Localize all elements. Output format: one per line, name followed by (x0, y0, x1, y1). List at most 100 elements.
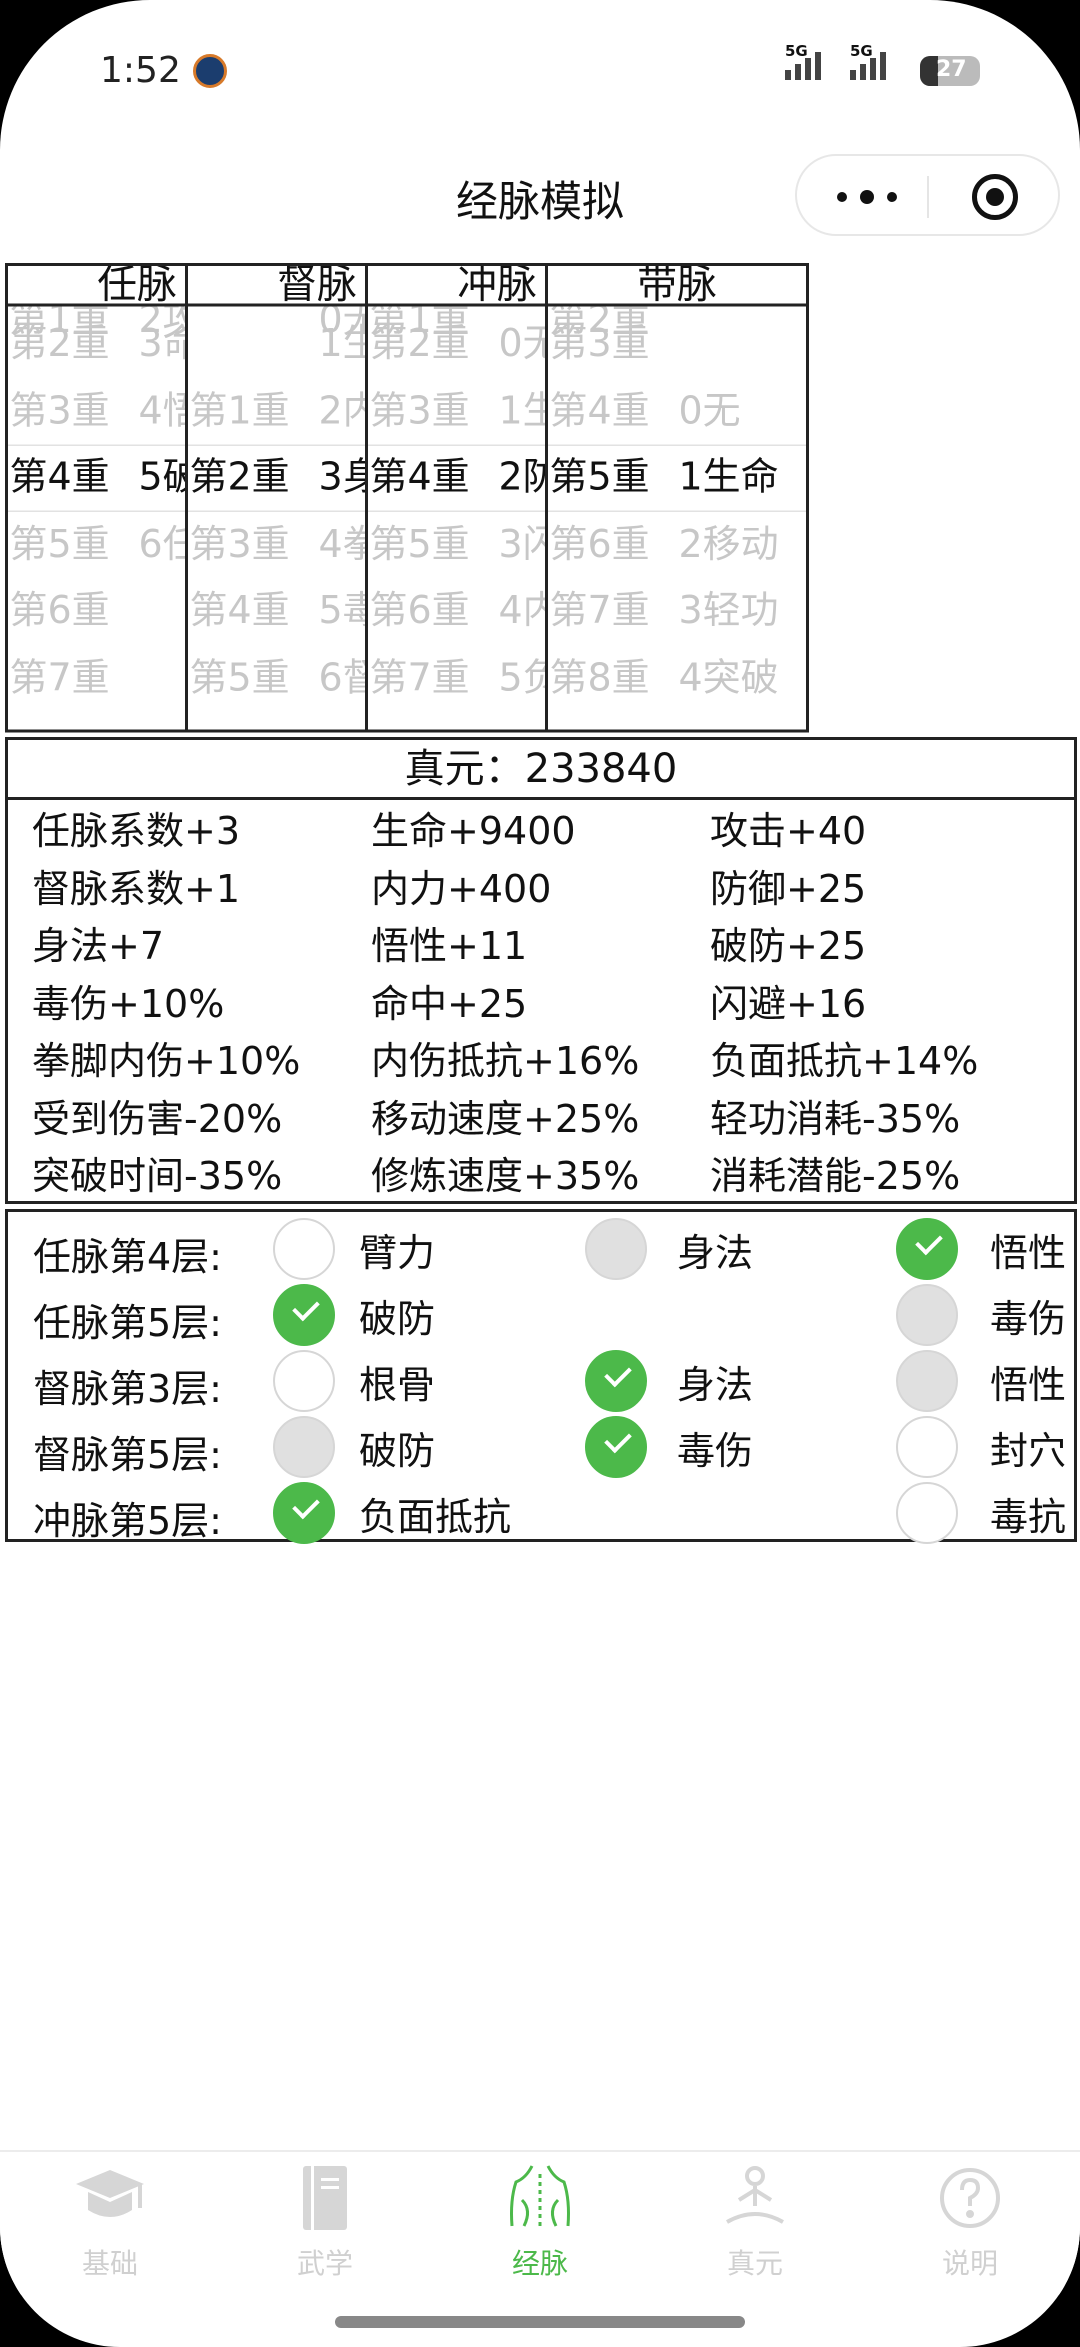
picker-option-level: 第7重 (549, 588, 650, 633)
capsule-divider (927, 176, 929, 218)
nav-header: 经脉模拟 (0, 150, 1080, 240)
level-picker-wheel[interactable]: 第2重 第3重 第4重 0无 第5重 1生命 第6重 2移动 第7重 3轻功 第8重 4突破 (548, 307, 806, 730)
stat-value: 督脉系数+1 (32, 866, 241, 911)
picker-option-level: 第5重 (549, 455, 650, 499)
option-choice[interactable]: 身法 (585, 1350, 753, 1412)
picker-option-level: 第4重 (9, 455, 110, 499)
stat-value: 防御+25 (710, 866, 867, 911)
option-checkbox-on[interactable] (585, 1416, 647, 1478)
picker-option-level: 第3重 (189, 521, 290, 566)
stat-value: 内力+400 (371, 866, 552, 911)
tab-label: 武学 (296, 2247, 353, 2280)
picker-option[interactable]: 第5重 1生命 (548, 445, 806, 511)
picker-option[interactable]: 第4重 0无 (548, 378, 806, 444)
option-choice-label: 根骨 (359, 1362, 436, 1407)
option-checkbox-on[interactable] (896, 1218, 958, 1280)
option-choice-label: 悟性 (990, 1230, 1067, 1275)
picker-option[interactable]: 第6重 2移动 (548, 511, 806, 577)
picker-option-level: 第4重 (189, 588, 290, 633)
option-checkbox-grey[interactable] (896, 1284, 958, 1346)
picker-option-level: 第5重 (9, 521, 110, 566)
tab-2[interactable]: 经脉 (470, 2160, 610, 2282)
option-checkbox-grey[interactable] (896, 1350, 958, 1412)
option-choice[interactable]: 身法 (585, 1218, 753, 1280)
meridian-column-3: 带脉 第2重 第3重 第4重 0无 第5重 1生命 第6重 2移动 第7重 3轻功 第8重 4突破 (545, 263, 809, 733)
option-checkbox-off[interactable] (896, 1482, 958, 1544)
tab-label: 经脉 (511, 2247, 568, 2280)
stats-panel: 真元：233840 任脉系数+3 生命+9400 攻击+40 督脉系数+1 内力+400… (5, 737, 1077, 1204)
battery-level: 27 (936, 57, 967, 82)
tab-0[interactable]: 基础 (40, 2160, 180, 2282)
option-choice-label: 毒伤 (677, 1428, 754, 1473)
options-panel: 任脉第4层: 臂力 身法 悟性 任脉第5层: 破防 毒伤 督脉第3层: 根骨 身法 悟性 督脉第5层:… (5, 1209, 1077, 1544)
picker-option[interactable]: 第7重 3轻功 (548, 578, 806, 644)
option-checkbox-on[interactable] (273, 1284, 335, 1346)
option-choice[interactable]: 臂力 (273, 1218, 435, 1280)
stat-value: 受到伤害-20% (32, 1096, 283, 1141)
stat-value: 生命+9400 (371, 809, 576, 853)
more-icon[interactable] (837, 182, 897, 212)
picker-option-level: 第6重 (549, 521, 650, 566)
stat-value: 攻击+40 (710, 809, 867, 853)
meditation-icon (717, 2160, 793, 2236)
stat-value: 任脉系数+3 (32, 809, 241, 853)
signal-1-icon: 5G (785, 42, 821, 80)
stat-value: 突破时间-35% (32, 1154, 283, 1198)
option-checkbox-on[interactable] (585, 1350, 647, 1412)
option-choice[interactable]: 毒伤 (896, 1284, 1066, 1346)
option-checkbox-off[interactable] (273, 1218, 335, 1280)
option-row-label: 任脉第4层: (33, 1235, 222, 1279)
option-checkbox-off[interactable] (896, 1416, 958, 1478)
tab-label: 基础 (81, 2247, 138, 2280)
picker-option-level: 第7重 (369, 655, 470, 699)
option-choice[interactable]: 破防 (273, 1284, 435, 1346)
battery-icon: 27 (920, 56, 980, 86)
option-choice[interactable]: 毒伤 (585, 1416, 753, 1478)
signal-2-icon: 5G (850, 42, 886, 80)
picker-option-level: 第4重 (549, 388, 650, 432)
meridian-body-icon (502, 2160, 578, 2236)
picker-option-stat: 0无 (678, 388, 741, 432)
picker-option-level: 第3重 (549, 321, 650, 366)
stat-value: 毒伤+10% (32, 981, 225, 1026)
option-checkbox-on[interactable] (273, 1482, 335, 1544)
option-row-label: 任脉第5层: (33, 1301, 222, 1345)
stat-value: 悟性+11 (371, 924, 528, 968)
stat-value: 消耗潜能-25% (710, 1154, 961, 1198)
picker-option-stat: 4突破 (678, 655, 779, 699)
graduation-cap-icon (72, 2160, 148, 2236)
option-choice[interactable]: 毒抗 (896, 1482, 1066, 1544)
option-choice[interactable]: 悟性 (896, 1218, 1066, 1280)
picker-option-stat: 2移动 (678, 521, 779, 566)
option-choice[interactable]: 悟性 (896, 1350, 1066, 1412)
option-choice[interactable]: 封穴 (896, 1416, 1066, 1478)
option-row-label: 督脉第5层: (33, 1433, 222, 1477)
tab-1[interactable]: 武学 (255, 2160, 395, 2282)
option-checkbox-off[interactable] (273, 1350, 335, 1412)
network-label-1: 5G (785, 42, 808, 60)
status-bar: 1:52 5G 5G 27 (0, 42, 1080, 102)
picker-option[interactable]: 第8重 4突破 (548, 645, 806, 711)
meridian-pickers: 任脉第1重2攻击第2重3命中第3重4悟性第4重5破防第5重6任脉第6重第7重督脉… (5, 263, 1077, 733)
option-row-label: 冲脉第5层: (33, 1499, 222, 1543)
help-icon (932, 2160, 1008, 2236)
tab-3[interactable]: 真元 (685, 2160, 825, 2282)
close-target-icon[interactable] (972, 174, 1018, 220)
option-checkbox-grey[interactable] (273, 1416, 335, 1478)
picker-option[interactable]: 第3重 (548, 311, 806, 377)
app-notification-icon (193, 54, 227, 88)
stat-value: 拳脚内伤+10% (32, 1039, 301, 1083)
picker-option-level: 第5重 (189, 655, 290, 699)
stat-value: 负面抵抗+14% (710, 1039, 979, 1083)
option-choice-label: 破防 (359, 1428, 436, 1473)
option-choice-label: 身法 (677, 1230, 754, 1275)
option-choice-label: 臂力 (359, 1230, 436, 1275)
picker-option-level: 第3重 (369, 388, 470, 432)
option-choice[interactable]: 破防 (273, 1416, 435, 1478)
option-choice[interactable]: 负面抵抗 (273, 1482, 511, 1544)
option-checkbox-grey[interactable] (585, 1218, 647, 1280)
picker-option-level: 第2重 (9, 321, 110, 366)
picker-option-level: 第3重 (9, 388, 110, 432)
option-choice[interactable]: 根骨 (273, 1350, 435, 1412)
tab-4[interactable]: 说明 (900, 2160, 1040, 2282)
